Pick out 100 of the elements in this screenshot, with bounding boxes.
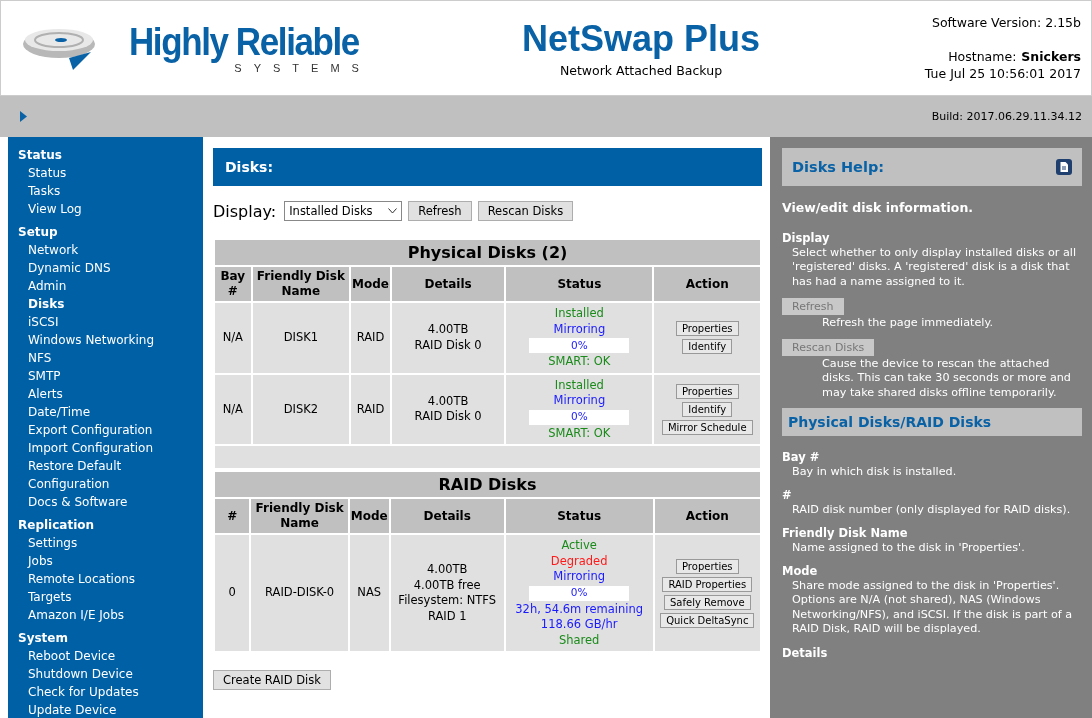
progress-reading: 0% (570, 585, 588, 601)
sidebar-item[interactable]: Import Configuration (18, 439, 195, 457)
detail-text: RAID Disk 0 (414, 409, 482, 425)
column-header: # (215, 499, 250, 533)
column-header: Mode (351, 267, 390, 301)
status-text: Shared (558, 632, 600, 648)
sidebar-item[interactable]: Targets (18, 588, 195, 606)
sidebar-item[interactable]: Shutdown Device (18, 665, 195, 683)
table-cell: DISK1 (252, 303, 350, 373)
sidebar-item[interactable]: Check for Updates (18, 683, 195, 701)
detail-text: 4.00TB (427, 393, 469, 410)
help-intro: View/edit disk information. (782, 200, 975, 215)
sidebar-item[interactable]: Date/Time (18, 403, 195, 421)
sidebar-item[interactable]: Reboot Device (18, 647, 195, 665)
sidebar-item[interactable]: Alerts (18, 385, 195, 403)
sidebar-item[interactable]: Dynamic DNS (18, 259, 195, 277)
sidebar-item[interactable]: Export Configuration (18, 421, 195, 439)
sidebar-item[interactable]: Disks (18, 295, 195, 313)
action-button[interactable]: Identify (682, 401, 733, 417)
software-version: Software Version: 2.15b (932, 14, 1081, 31)
column-header: Friendly Disk Name (251, 499, 348, 533)
status-text: Installed (554, 377, 604, 393)
detail-text: RAID Disk 0 (414, 337, 482, 354)
progress-reading: 0% (571, 337, 588, 353)
column-header: Bay # (215, 267, 251, 301)
sidebar-item[interactable]: Restore Default Configuration (18, 457, 195, 493)
sidebar-item[interactable]: NFS (18, 349, 195, 367)
help-term: Mode (782, 564, 819, 579)
help-term: Details (782, 645, 829, 660)
sidebar-item[interactable]: Status (18, 164, 195, 182)
logo-tagline: SYSTEMS (234, 62, 371, 74)
sidebar-item[interactable]: Settings (18, 534, 195, 552)
display-dropdown[interactable]: Installed Disks (284, 201, 403, 221)
status-text: Mirroring (553, 393, 606, 409)
help-term: Bay # (782, 450, 821, 465)
table-title: RAID Disks (215, 472, 760, 497)
sidebar-item[interactable]: Windows Networking (18, 331, 195, 349)
table-cell: RAID-DISK-0 (251, 535, 348, 651)
sidebar-item[interactable]: Network (18, 241, 195, 259)
status-text: Mirroring (553, 321, 606, 337)
toolbar-button[interactable]: Refresh (408, 201, 472, 221)
action-button[interactable]: Mirror Schedule (661, 419, 753, 435)
action-button[interactable]: Quick DeltaSync (660, 612, 755, 628)
detail-text: 4.00TB free (413, 577, 481, 593)
status-text: SMART: OK (548, 354, 611, 370)
help-term: Display (782, 231, 831, 246)
logo-wordmark: Highly Reliable (129, 22, 359, 62)
help-heading: Physical Disks/RAID Disks (782, 408, 1082, 436)
sidebar-section-title: Setup (18, 224, 59, 241)
document-icon[interactable] (1056, 159, 1072, 175)
create-raid-button[interactable]: Create RAID Disk (213, 670, 331, 690)
help-term: Friendly Disk Name (782, 526, 909, 541)
detail-text: 4.00TB (426, 562, 468, 578)
sidebar-item[interactable]: Tasks (18, 182, 195, 200)
help-text: Refresh the page immediately. (821, 316, 995, 331)
caret-icon[interactable] (388, 208, 398, 214)
sidebar-item[interactable]: View Log (18, 200, 195, 218)
display-label: Display: (213, 201, 277, 221)
help-text: Name assigned to the disk in 'Properties'. (791, 540, 1026, 555)
table-cell: N/A (215, 374, 251, 444)
action-button[interactable]: Properties (676, 558, 739, 574)
column-header: Details (390, 499, 504, 533)
column-header: Friendly Disk Name (252, 267, 350, 301)
sidebar-item[interactable]: Admin (18, 277, 195, 295)
action-button[interactable]: Properties (675, 383, 739, 399)
detail-text: RAID 1 (427, 608, 467, 624)
column-header: Status (506, 267, 653, 301)
detail-text: 4.00TB (427, 322, 469, 338)
toolbar-button[interactable]: Rescan Disks (477, 201, 574, 221)
action-button[interactable]: Identify (682, 339, 733, 355)
sidebar-section-title: Replication (18, 517, 96, 534)
status-text: 32h, 54.6m remaining (515, 601, 644, 617)
status-text: SMART: OK (548, 425, 611, 441)
status-text: 118.66 GB/hr (540, 617, 618, 633)
column-header: Action (654, 267, 760, 301)
status-text: Active (561, 538, 597, 554)
product-title: NetSwap Plus (521, 18, 761, 59)
sidebar-item[interactable]: Remote Locations (18, 570, 195, 588)
sidebar-item[interactable]: SMTP (18, 367, 195, 385)
column-header: Status (505, 499, 653, 533)
sidebar-item[interactable]: Docs & Software (18, 493, 195, 511)
action-button[interactable]: RAID Properties (662, 576, 753, 592)
action-button[interactable]: Properties (675, 321, 739, 337)
detail-text: Filesystem: NTFS (398, 593, 497, 609)
help-term: # (782, 488, 793, 503)
sidebar-item[interactable]: Update Device (18, 701, 195, 718)
sidebar-item[interactable]: iSCSI (18, 313, 195, 331)
help-text: Bay in which disk is installed. (791, 464, 958, 479)
status-text: Mirroring (553, 569, 605, 585)
sidebar-item[interactable]: Jobs (18, 552, 195, 570)
table-cell: DISK2 (252, 374, 350, 444)
column-header: Mode (349, 499, 389, 533)
expand-arrow-icon[interactable] (20, 111, 27, 122)
sidebar-section-title: System (18, 630, 69, 647)
page-title-bar: Disks: (213, 148, 762, 186)
help-text: Cause the device to rescan the attached disks. This can take 30 seconds or more and may take shared disks offline temporarily. (821, 356, 1072, 400)
table-cell: N/A (215, 303, 251, 373)
action-button[interactable]: Safely Remove (664, 594, 751, 610)
product-subtitle: Network Attached Backup (559, 62, 723, 78)
sidebar-item[interactable]: Amazon I/E Jobs (18, 606, 195, 624)
